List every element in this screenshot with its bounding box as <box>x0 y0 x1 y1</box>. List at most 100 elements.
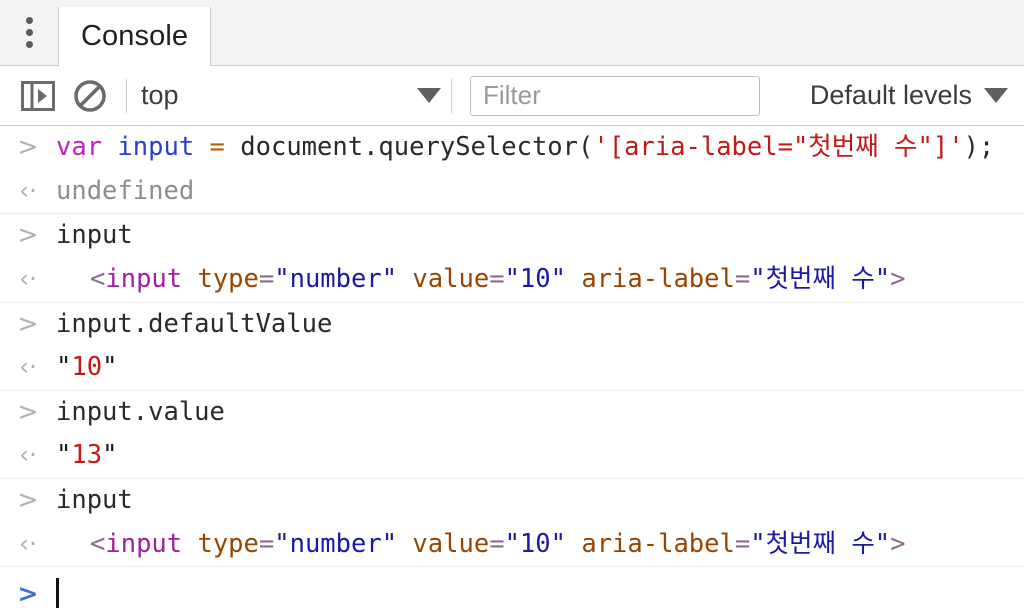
console-group: > input ‹· <input type="number" value="1… <box>0 479 1024 568</box>
input-marker: > <box>0 219 56 247</box>
token-bracket: < <box>90 528 106 559</box>
token-attr-value: "number" <box>274 528 398 559</box>
token-attr-value: "10" <box>504 528 566 559</box>
chevron-down-icon <box>984 88 1008 103</box>
tab-console[interactable]: Console <box>58 7 212 66</box>
dot <box>25 41 33 48</box>
token-equals: = <box>489 528 505 559</box>
chevron-left-icon: ‹· <box>19 528 37 558</box>
token-equals: = <box>258 263 275 294</box>
token-attr-value: "첫번째 수" <box>750 528 891 559</box>
console-group: > input.value ‹· "13" <box>0 391 1024 479</box>
console-command-text: input.value <box>56 396 1024 429</box>
console-command-row[interactable]: > var input = document.querySelector('[a… <box>0 126 1024 170</box>
console-result-row[interactable]: ‹· <input type="number" value="10" aria-… <box>0 258 1024 302</box>
string-quote: " <box>102 440 118 471</box>
token-attr-name: value <box>397 263 490 294</box>
text-cursor <box>56 577 59 608</box>
chevron-left-icon: ‹· <box>19 263 37 293</box>
token-bracket: > <box>890 528 906 559</box>
token-attr-name: type <box>182 263 259 294</box>
token-tag-name: input <box>105 528 183 559</box>
log-level-selector[interactable]: Default levels <box>810 80 1014 111</box>
console-prompt-input[interactable] <box>56 576 1024 609</box>
token-identifier: input <box>117 132 195 162</box>
token-plain: input.defaultValue <box>56 308 333 339</box>
console-result-text: undefined <box>56 175 1024 208</box>
console-command-text: input <box>56 219 1024 252</box>
execution-context-value: top <box>141 80 179 110</box>
chevron-left-icon: ‹· <box>19 352 37 382</box>
token-equals: = <box>489 263 505 294</box>
token-tag-name: input <box>105 263 183 294</box>
console-result-row[interactable]: ‹· <input type="number" value="10" aria-… <box>0 523 1024 567</box>
string-quote: " <box>56 352 72 383</box>
token-plain: ); <box>963 132 995 162</box>
console-group: > input.defaultValue ‹· "10" <box>0 303 1024 391</box>
console-result-text: "10" <box>56 351 1024 384</box>
value-undefined: undefined <box>56 175 195 206</box>
output-marker: ‹· <box>0 351 56 379</box>
chevron-right-icon: > <box>17 485 39 514</box>
output-marker: ‹· <box>0 263 56 291</box>
input-marker: > <box>0 308 56 336</box>
chevron-down-icon <box>417 88 441 103</box>
token-operator: = <box>209 132 225 162</box>
chevron-right-icon: > <box>17 220 39 250</box>
devtools-tabstrip: Console <box>0 0 1024 66</box>
console-result-element[interactable]: <input type="number" value="10" aria-lab… <box>56 528 1024 561</box>
prompt-marker: > <box>0 578 56 606</box>
chevron-right-icon: > <box>17 308 39 338</box>
console-result-element[interactable]: <input type="number" value="10" aria-lab… <box>56 263 1024 296</box>
chevron-right-icon: > <box>17 132 39 161</box>
chevron-left-icon: ‹· <box>19 440 37 470</box>
output-marker: ‹· <box>0 528 56 556</box>
chevron-left-icon: ‹· <box>19 175 37 205</box>
filter-input-wrapper[interactable] <box>470 75 760 116</box>
console-command-row[interactable]: > input <box>0 214 1024 258</box>
console-sidebar-toggle-icon[interactable] <box>12 70 64 122</box>
console-message-list: > var input = document.querySelector('[a… <box>0 126 1024 612</box>
toolbar-divider <box>451 78 452 113</box>
more-vertical-icon[interactable] <box>0 0 58 65</box>
dot <box>25 29 33 36</box>
execution-context-selector[interactable]: top <box>141 80 441 111</box>
tab-console-label: Console <box>81 20 189 52</box>
token-attr-value: "첫번째 수" <box>750 263 891 294</box>
token-bracket: > <box>890 263 906 294</box>
console-command-text: var input = document.querySelector('[ari… <box>56 131 1024 164</box>
token-plain: input <box>56 220 133 251</box>
token-attr-name: value <box>397 528 490 559</box>
console-command-text: input <box>56 484 1024 517</box>
log-level-label: Default levels <box>809 80 972 110</box>
token-keyword: var <box>56 132 103 162</box>
dot <box>25 17 33 24</box>
input-marker: > <box>0 396 56 424</box>
token-equals: = <box>734 528 751 559</box>
console-command-row[interactable]: > input.value <box>0 391 1024 435</box>
string-quote: " <box>102 352 118 383</box>
filter-input[interactable] <box>481 79 749 112</box>
string-value: 10 <box>71 352 103 383</box>
token-plain: document.querySelector( <box>240 132 594 162</box>
chevron-right-icon: > <box>17 579 39 609</box>
string-value: 13 <box>71 440 103 471</box>
token-attr-name: aria-label <box>565 528 735 559</box>
token-attr-value: "number" <box>274 263 398 294</box>
input-marker: > <box>0 131 56 159</box>
string-quote: " <box>56 440 72 471</box>
console-group: > var input = document.querySelector('[a… <box>0 126 1024 215</box>
input-marker: > <box>0 484 56 512</box>
console-command-row[interactable]: > input <box>0 479 1024 523</box>
console-command-row[interactable]: > input.defaultValue <box>0 303 1024 347</box>
console-prompt-row[interactable]: > <box>0 567 1024 612</box>
toolbar-divider <box>126 78 127 113</box>
token-equals: = <box>258 528 275 559</box>
token-attr-name: aria-label <box>565 263 735 294</box>
clear-console-icon[interactable] <box>64 70 116 122</box>
output-marker: ‹· <box>0 439 56 467</box>
output-marker: ‹· <box>0 175 56 203</box>
